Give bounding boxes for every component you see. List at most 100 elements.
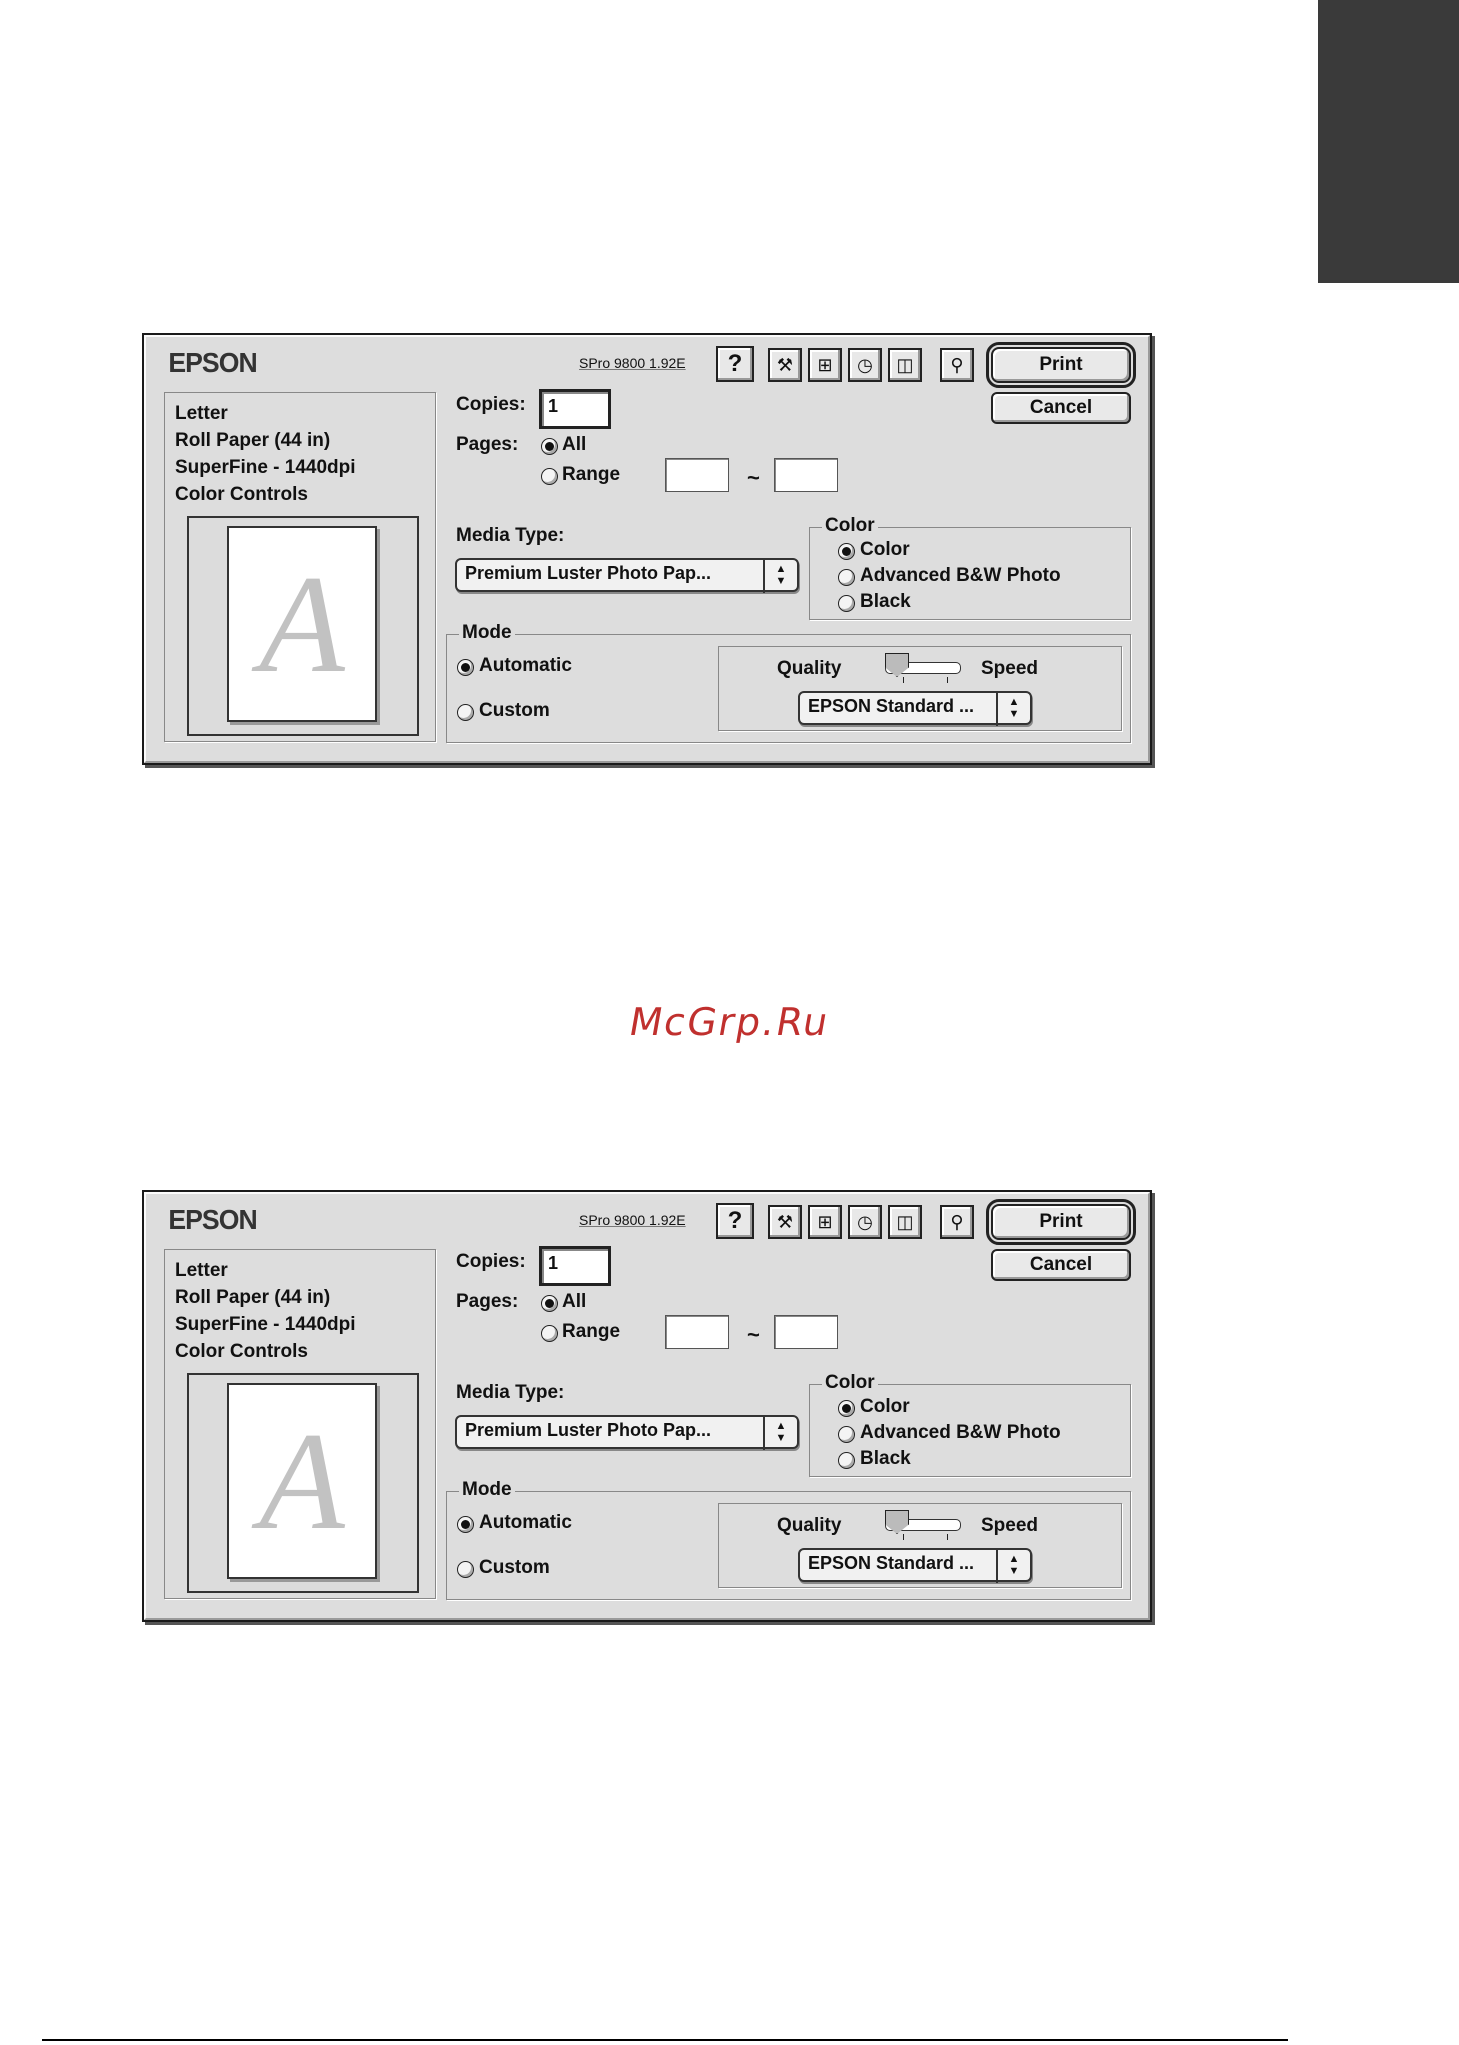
copies-label: Copies: <box>456 1251 526 1272</box>
media-type-select[interactable]: Premium Luster Photo Pap... ▲ ▼ <box>455 1415 799 1450</box>
quality-label: Quality <box>777 658 842 679</box>
quality-preset-value: EPSON Standard ... <box>808 1553 975 1573</box>
ink-levels-icon[interactable]: ◫ <box>888 348 922 382</box>
mode-option-automatic: Automatic <box>479 655 572 676</box>
media-type-label: Media Type: <box>456 525 565 546</box>
range-separator: ~ <box>747 1322 760 1347</box>
color-group-title: Color <box>822 515 878 537</box>
quality-preset-select[interactable]: EPSON Standard ... ▲ ▼ <box>798 691 1032 726</box>
range-from-field[interactable] <box>665 458 729 492</box>
pages-range-label: Range <box>562 464 621 485</box>
color-option-black: Black <box>860 1448 911 1469</box>
background-print-icon[interactable]: ◷ <box>848 348 882 382</box>
preview-page: A <box>227 1383 377 1579</box>
pages-range-label: Range <box>562 1321 621 1342</box>
summary-paper-size: Letter <box>175 403 228 424</box>
media-type-label: Media Type: <box>456 1382 565 1403</box>
pages-all-label: All <box>562 1291 587 1312</box>
quality-preset-select[interactable]: EPSON Standard ... ▲ ▼ <box>798 1548 1032 1583</box>
mode-radio-automatic[interactable] <box>457 659 474 676</box>
layout-icon[interactable]: ⊞ <box>808 1205 842 1239</box>
color-radio-black[interactable] <box>838 595 855 612</box>
copies-label: Copies: <box>456 394 526 415</box>
quality-preset-value: EPSON Standard ... <box>808 696 975 716</box>
summary-resolution: SuperFine - 1440dpi <box>175 457 356 478</box>
page-preview: A <box>187 1373 419 1593</box>
section-tab-marker <box>1318 0 1459 283</box>
preview-page: A <box>227 526 377 722</box>
color-option-advanced-bw: Advanced B&W Photo <box>860 565 1061 586</box>
media-type-value: Premium Luster Photo Pap... <box>465 1420 712 1440</box>
color-radio-black[interactable] <box>838 1452 855 1469</box>
popup-arrows-icon: ▲ ▼ <box>996 1550 1030 1583</box>
ink-levels-icon[interactable]: ◫ <box>888 1205 922 1239</box>
driver-version: SPro 9800 1.92E <box>579 355 686 371</box>
range-to-field[interactable] <box>774 458 838 492</box>
color-option-black: Black <box>860 591 911 612</box>
color-option-advanced-bw: Advanced B&W Photo <box>860 1422 1061 1443</box>
cancel-button[interactable]: Cancel <box>991 1249 1131 1281</box>
popup-arrows-icon: ▲ ▼ <box>763 1417 797 1450</box>
tools-icon[interactable]: ⚒ <box>768 348 802 382</box>
summary-paper-source: Roll Paper (44 in) <box>175 1287 331 1308</box>
summary-paper-size: Letter <box>175 1260 228 1281</box>
pages-range-radio[interactable] <box>541 468 558 485</box>
mode-radio-custom[interactable] <box>457 704 474 721</box>
mode-group-title: Mode <box>459 622 515 644</box>
pages-all-label: All <box>562 434 587 455</box>
color-radio-advanced-bw[interactable] <box>838 569 855 586</box>
pages-label: Pages: <box>456 1291 519 1312</box>
print-button[interactable]: Print <box>986 342 1136 388</box>
popup-arrows-icon: ▲ ▼ <box>996 693 1030 726</box>
print-dialog: EPSON SPro 9800 1.92E ? ⚒ ⊞ ◷ ◫ ⚲ Print … <box>142 333 1152 765</box>
pages-all-radio[interactable] <box>541 438 558 455</box>
watermark: McGrp.Ru <box>625 1000 834 1044</box>
background-print-icon[interactable]: ◷ <box>848 1205 882 1239</box>
speed-label: Speed <box>981 1515 1039 1536</box>
tools-icon[interactable]: ⚒ <box>768 1205 802 1239</box>
media-type-value: Premium Luster Photo Pap... <box>465 563 712 583</box>
epson-logo: EPSON <box>168 1204 257 1235</box>
pages-label: Pages: <box>456 434 519 455</box>
color-radio-advanced-bw[interactable] <box>838 1426 855 1443</box>
range-to-field[interactable] <box>774 1315 838 1349</box>
page-preview: A <box>187 516 419 736</box>
print-dialog: EPSON SPro 9800 1.92E ? ⚒ ⊞ ◷ ◫ ⚲ Print … <box>142 1190 1152 1622</box>
color-radio-color[interactable] <box>838 543 855 560</box>
pages-all-radio[interactable] <box>541 1295 558 1312</box>
color-option-color: Color <box>860 1396 910 1417</box>
mode-option-automatic: Automatic <box>479 1512 572 1533</box>
popup-arrows-icon: ▲ ▼ <box>763 560 797 593</box>
print-button[interactable]: Print <box>986 1199 1136 1245</box>
slider-tick <box>947 1534 948 1540</box>
settings-summary-panel: Letter Roll Paper (44 in) SuperFine - 14… <box>164 1249 436 1599</box>
mode-group-title: Mode <box>459 1479 515 1501</box>
color-radio-color[interactable] <box>838 1400 855 1417</box>
cancel-button[interactable]: Cancel <box>991 392 1131 424</box>
preview-icon[interactable]: ⚲ <box>940 348 974 382</box>
mode-radio-custom[interactable] <box>457 1561 474 1578</box>
speed-label: Speed <box>981 658 1039 679</box>
slider-tick <box>947 677 948 683</box>
slider-tick <box>903 677 904 683</box>
help-button[interactable]: ? <box>716 346 754 382</box>
preview-icon[interactable]: ⚲ <box>940 1205 974 1239</box>
copies-field[interactable]: 1 <box>539 389 611 429</box>
media-type-select[interactable]: Premium Luster Photo Pap... ▲ ▼ <box>455 558 799 593</box>
epson-logo: EPSON <box>168 347 257 378</box>
pages-range-radio[interactable] <box>541 1325 558 1342</box>
summary-color-mode: Color Controls <box>175 484 308 505</box>
layout-icon[interactable]: ⊞ <box>808 348 842 382</box>
preview-letter: A <box>259 1404 345 1559</box>
copies-value: 1 <box>548 396 559 416</box>
mode-option-custom: Custom <box>479 1557 550 1578</box>
range-from-field[interactable] <box>665 1315 729 1349</box>
color-option-color: Color <box>860 539 910 560</box>
copies-field[interactable]: 1 <box>539 1246 611 1286</box>
range-separator: ~ <box>747 465 760 490</box>
summary-resolution: SuperFine - 1440dpi <box>175 1314 356 1335</box>
summary-color-mode: Color Controls <box>175 1341 308 1362</box>
footer-rule <box>42 2039 1288 2041</box>
mode-radio-automatic[interactable] <box>457 1516 474 1533</box>
help-button[interactable]: ? <box>716 1203 754 1239</box>
